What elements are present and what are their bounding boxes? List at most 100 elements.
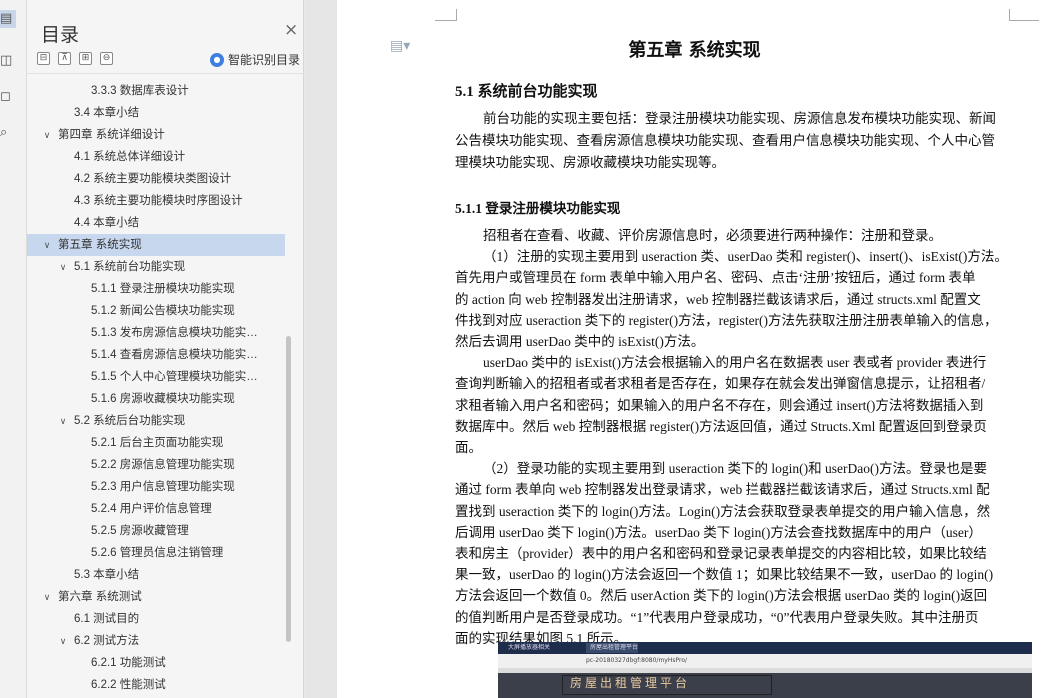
paragraph-line: 方法会返回一个数值 0。然后 userAction 类下的 login()方法会… <box>455 588 988 604</box>
toc-item-label: 第四章 系统详细设计 <box>58 129 165 141</box>
toc-item[interactable]: ∨ 5.2 系统后台功能实现 <box>27 410 285 432</box>
toc-item[interactable]: 6.2.1 功能测试 <box>27 652 285 674</box>
collapse-up-icon[interactable]: ⊼ <box>58 52 71 65</box>
toc-item[interactable]: 5.1.4 查看房源信息模块功能实… <box>27 344 285 366</box>
toc-item-label: 5.1.3 发布房源信息模块功能实… <box>91 327 258 339</box>
toc-item[interactable]: 3.4 本章小结 <box>27 102 285 124</box>
toc-item-label: 4.2 系统主要功能模块类图设计 <box>74 173 232 185</box>
subsection-title: 5.1.1 登录注册模块功能实现 <box>455 201 621 216</box>
toc-list: 3.3.3 数据库表设计 3.4 本章小结 ∨ 第四章 系统详细设计 4.1 系统总体详… <box>27 80 285 698</box>
toc-item-label: 5.1.4 查看房源信息模块功能实… <box>91 349 258 361</box>
expand-icon[interactable]: ⊞ <box>79 52 92 65</box>
chapter-title: 第五章 系统实现 <box>628 40 761 61</box>
left-icon-strip: ▤ ◫ ◻ ⌕ <box>0 0 27 698</box>
document-area: ▤▾ 第五章 系统实现 5.1 系统前台功能实现 前台功能的实现主要包括：登录注… <box>305 0 1052 698</box>
search-icon[interactable]: ⌕ <box>0 124 14 142</box>
paragraph-line: 然后去调用 userDao 类中的 isExist()方法。 <box>455 334 705 349</box>
figure-url: pc-20180327dbgf:8080/myHsPro/ <box>586 657 688 664</box>
collapse-all-icon[interactable]: ⊟ <box>37 52 50 65</box>
paragraph-line: 通过 form 表单向 web 控制器发出登录请求，web 拦截器拦截该请求后，… <box>455 482 990 498</box>
toc-item[interactable]: 5.1.6 房源收藏模块功能实现 <box>27 388 285 410</box>
toc-item-label: 第六章 系统测试 <box>58 591 142 603</box>
toc-item[interactable]: 5.2.2 房源信息管理功能实现 <box>27 454 285 476</box>
smart-toc-button[interactable]: ● 智能识别目录 <box>210 51 300 68</box>
toc-item[interactable]: 6.2.2 性能测试 <box>27 674 285 696</box>
paragraph-line: 公告模块功能实现、查看房源信息模块功能实现、查看用户信息模块功能实现、个人中心管 <box>455 133 995 148</box>
toc-panel: 目录 × ⊟ ⊼ ⊞ ⊖ ● 智能识别目录 3.3.3 数据库表设计 3.4 本章… <box>27 0 304 698</box>
toc-scrollbar[interactable] <box>285 80 291 698</box>
page-view-icon[interactable]: ▤ <box>0 10 16 28</box>
toc-item[interactable]: 5.1.5 个人中心管理模块功能实… <box>27 366 285 388</box>
toc-item-label: 5.2.6 管理员信息注销管理 <box>91 547 224 559</box>
toc-item[interactable]: 5.1.1 登录注册模块功能实现 <box>27 278 285 300</box>
toc-item-label: 5.2.5 房源收藏管理 <box>91 525 189 537</box>
document-page: ▤▾ 第五章 系统实现 5.1 系统前台功能实现 前台功能的实现主要包括：登录注… <box>337 0 1052 698</box>
toc-item[interactable]: 4.3 系统主要功能模块时序图设计 <box>27 190 285 212</box>
paragraph-line: 的值判断用户是否登录成功。“1”代表用户登录成功，“0”代表用户登录失败。其中注… <box>455 609 979 625</box>
paragraph-line: 数据库中。然后 web 控制器根据 register()方法返回值，通过 Str… <box>455 418 987 434</box>
toc-item-label: 5.3 本章小结 <box>74 569 140 581</box>
toc-item-label: 3.4 本章小结 <box>74 107 140 119</box>
toc-item[interactable]: 5.1.2 新闻公告模块功能实现 <box>27 300 285 322</box>
toc-item-label: 6.2.1 功能测试 <box>91 657 166 669</box>
paragraph-line: （1）注册的实现主要用到 useraction 类、userDao 类和 reg… <box>483 249 1008 265</box>
toc-item[interactable]: 5.1.3 发布房源信息模块功能实… <box>27 322 285 344</box>
toc-item[interactable]: 5.2.6 管理员信息注销管理 <box>27 542 285 564</box>
paragraph-line: （2）登录功能的实现主要用到 useraction 类下的 login()和 u… <box>483 461 987 477</box>
chevron-down-icon[interactable]: ∨ <box>57 256 69 278</box>
toc-divider <box>27 73 304 74</box>
paragraph-line: 后调用 userDao 类下 login()方法。userDao 类下 logi… <box>455 524 982 540</box>
scrollbar-thumb[interactable] <box>286 336 291 642</box>
paragraph-line: 置找到 useraction 类下的 login()方法。Login()方法会获… <box>455 503 991 519</box>
figure-tab: 大屏播放器相关 <box>508 644 551 651</box>
toc-item[interactable]: ∨ 6.2 测试方法 <box>27 630 285 652</box>
toc-item-label: 6.2.2 性能测试 <box>91 679 166 691</box>
chevron-down-icon[interactable]: ∨ <box>57 630 69 652</box>
comment-icon[interactable]: ◻ <box>0 88 14 106</box>
close-icon[interactable]: × <box>284 22 298 39</box>
toc-item[interactable]: 5.2.5 房源收藏管理 <box>27 520 285 542</box>
toc-item[interactable]: 3.3.3 数据库表设计 <box>27 80 285 102</box>
toc-item[interactable]: ∨ 第四章 系统详细设计 <box>27 124 285 146</box>
toc-item-label: 第五章 系统实现 <box>58 239 142 251</box>
paragraph-line: 查询判断输入的招租者或者求租者是否存在，如果存在就会发出弹窗信息提示，让招租者/ <box>455 376 986 392</box>
toc-item[interactable]: 6.1 测试目的 <box>27 608 285 630</box>
chevron-down-icon[interactable]: ∨ <box>41 234 53 256</box>
paragraph-line: 件找到对应 useraction 类下的 register()方法，regist… <box>455 312 998 328</box>
paragraph-line: 首先用户或管理员在 form 表单中输入用户名、密码、点击‘注册’按钮后，通过 … <box>455 270 976 286</box>
smart-toc-icon: ● <box>210 52 224 67</box>
toc-item[interactable]: 5.2.1 后台主页面功能实现 <box>27 432 285 454</box>
toc-item[interactable]: 5.2.3 用户信息管理功能实现 <box>27 476 285 498</box>
toc-item-label: 5.2.3 用户信息管理功能实现 <box>91 481 235 493</box>
toc-item[interactable]: ∨ 第五章 系统实现 <box>27 234 285 256</box>
figure-toolbar <box>498 668 1032 673</box>
toc-toolbar: ⊟ ⊼ ⊞ ⊖ <box>37 52 113 65</box>
smart-toc-label: 智能识别目录 <box>228 53 301 67</box>
toc-title: 目录 <box>41 24 80 46</box>
toc-item-label: 4.3 系统主要功能模块时序图设计 <box>74 195 243 207</box>
chevron-down-icon[interactable]: ∨ <box>57 410 69 432</box>
bookmark-icon[interactable]: ◫ <box>0 52 14 70</box>
toc-item-label: 4.4 本章小结 <box>74 217 140 229</box>
minus-icon[interactable]: ⊖ <box>100 52 113 65</box>
figure-screenshot: 大屏播放器相关 房屋出租管理平台 pc-20180327dbgf:8080/my… <box>498 642 1032 698</box>
page-corner-mark <box>1009 9 1039 21</box>
toc-item-label: 6.1 测试目的 <box>74 613 140 625</box>
paragraph-line: 求租者输入用户名和密码；如果输入的用户名不存在，则会通过 insert()方法将… <box>455 397 984 413</box>
section-title: 5.1 系统前台功能实现 <box>455 84 598 100</box>
toc-item[interactable]: ∨ 5.1 系统前台功能实现 <box>27 256 285 278</box>
toc-item[interactable]: 4.2 系统主要功能模块类图设计 <box>27 168 285 190</box>
toc-item-label: 5.2.1 后台主页面功能实现 <box>91 437 224 449</box>
chevron-down-icon[interactable]: ∨ <box>41 586 53 608</box>
toc-item[interactable]: 5.2.4 用户评价信息管理 <box>27 498 285 520</box>
toc-item[interactable]: 4.4 本章小结 <box>27 212 285 234</box>
toc-item[interactable]: 5.3 本章小结 <box>27 564 285 586</box>
paragraph-line: 理模块功能实现、房源收藏模块功能实现等。 <box>455 155 725 170</box>
toc-item[interactable]: 4.1 系统总体详细设计 <box>27 146 285 168</box>
figure-tab: 房屋出租管理平台 <box>586 643 639 653</box>
toc-item[interactable]: ∨ 第六章 系统测试 <box>27 586 285 608</box>
figure-url-bar: pc-20180327dbgf:8080/myHsPro/ <box>498 654 1032 668</box>
paragraph-line: 面。 <box>455 440 482 455</box>
paragraph-line: 前台功能的实现主要包括：登录注册模块功能实现、房源信息发布模块功能实现、新闻 <box>483 111 996 126</box>
chevron-down-icon[interactable]: ∨ <box>41 124 53 146</box>
